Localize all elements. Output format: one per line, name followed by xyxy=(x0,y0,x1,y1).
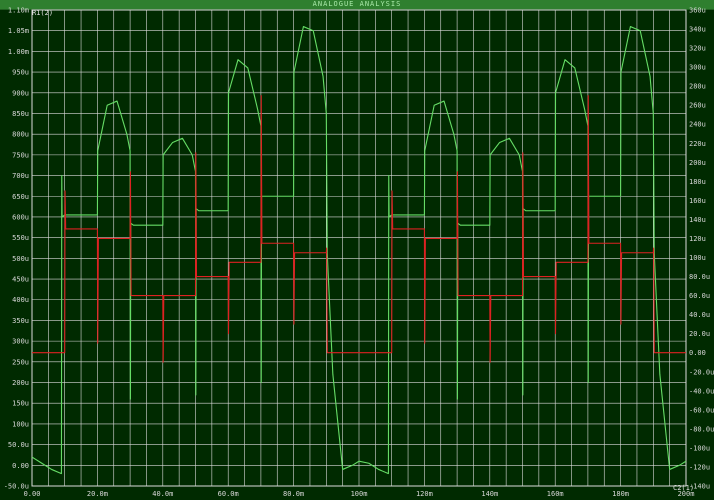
right-tick-label: 300u xyxy=(689,64,706,72)
left-tick-label: 1.10m xyxy=(8,7,29,15)
left-tick-label: 250u xyxy=(12,358,29,366)
right-tick-label: 260u xyxy=(689,102,706,110)
left-tick-label: 400u xyxy=(12,296,29,304)
left-tick-label: 300u xyxy=(12,338,29,346)
right-tick-label: 240u xyxy=(689,121,706,129)
left-tick-label: 200u xyxy=(12,379,29,387)
right-tick-label: 280u xyxy=(689,83,706,91)
right-tick-label: 120u xyxy=(689,235,706,243)
right-tick-label: 200u xyxy=(689,159,706,167)
x-tick-label: 60.0m xyxy=(218,490,239,498)
x-axis-ticks: 0.00 20.0m 40.0m 60.0m 80.0m 100m 120m 140m 160m… xyxy=(24,490,695,498)
left-tick-label: 750u xyxy=(12,151,29,159)
left-tick-label: 0.00 xyxy=(12,462,29,470)
analysis-chart: 0.00 20.0m 40.0m 60.0m 80.0m 100m 120m 140m 160m… xyxy=(4,7,714,499)
x-tick-label: 40.0m xyxy=(152,490,173,498)
right-tick-label: -40.0u xyxy=(689,387,714,395)
x-tick-label: 180m xyxy=(612,490,629,498)
x-tick-label: 80.0m xyxy=(283,490,304,498)
x-tick-label: 120m xyxy=(416,490,433,498)
left-tick-label: 650u xyxy=(12,193,29,201)
left-tick-label: 600u xyxy=(12,213,29,221)
x-tick-label: 160m xyxy=(547,490,564,498)
analysis-window: ANALOGUE ANALYSIS 0.00 20.0m 40.0m 60.0m 80.… xyxy=(0,0,714,500)
left-tick-label: 350u xyxy=(12,317,29,325)
x-tick-label: 140m xyxy=(481,490,498,498)
left-tick-label: 450u xyxy=(12,276,29,284)
left-tick-label: 950u xyxy=(12,69,29,77)
left-tick-label: 1.05m xyxy=(8,27,29,35)
left-tick-label: -50.0u xyxy=(4,483,29,491)
left-tick-label: 500u xyxy=(12,255,29,263)
right-tick-label: -80.0u xyxy=(689,425,714,433)
x-tick-label: 0.00 xyxy=(24,490,41,498)
left-tick-label: 700u xyxy=(12,172,29,180)
x-tick-label: 100m xyxy=(351,490,368,498)
right-tick-label: 100u xyxy=(689,254,706,262)
right-tick-label: 320u xyxy=(689,45,706,53)
left-axis-ticks: -50.0u 0.00 50.0u 100u 150u 200u 250u 300u 350u 4… xyxy=(4,7,29,491)
right-tick-label: -60.0u xyxy=(689,406,714,414)
left-trace-label: R1(2) xyxy=(32,9,53,17)
right-tick-label: 0.00 xyxy=(689,349,706,357)
left-tick-label: 100u xyxy=(12,420,29,428)
right-tick-label: 160u xyxy=(689,197,706,205)
right-tick-label: 40.0u xyxy=(689,311,710,319)
right-tick-label: 180u xyxy=(689,178,706,186)
right-tick-label: 140u xyxy=(689,216,706,224)
left-tick-label: 1.00m xyxy=(8,48,29,56)
right-tick-label: 360u xyxy=(689,7,706,15)
right-tick-label: -20.0u xyxy=(689,368,714,376)
right-tick-label: -120u xyxy=(689,463,710,471)
left-tick-label: 150u xyxy=(12,400,29,408)
right-tick-label: 80.0u xyxy=(689,273,710,281)
left-tick-label: 550u xyxy=(12,234,29,242)
left-tick-label: 800u xyxy=(12,131,29,139)
left-tick-label: 50.0u xyxy=(8,441,29,449)
right-axis-ticks: -140u-120u-100u-80.0u-60.0u-40.0u-20.0u0… xyxy=(689,7,714,491)
right-tick-label: 60.0u xyxy=(689,292,710,300)
right-tick-label: 220u xyxy=(689,140,706,148)
right-tick-label: 20.0u xyxy=(689,330,710,338)
left-tick-label: 850u xyxy=(12,110,29,118)
right-tick-label: 340u xyxy=(689,26,706,34)
right-trace-label: C2(1) xyxy=(673,484,694,492)
x-tick-label: 20.0m xyxy=(87,490,108,498)
right-tick-label: -100u xyxy=(689,444,710,452)
left-tick-label: 900u xyxy=(12,89,29,97)
